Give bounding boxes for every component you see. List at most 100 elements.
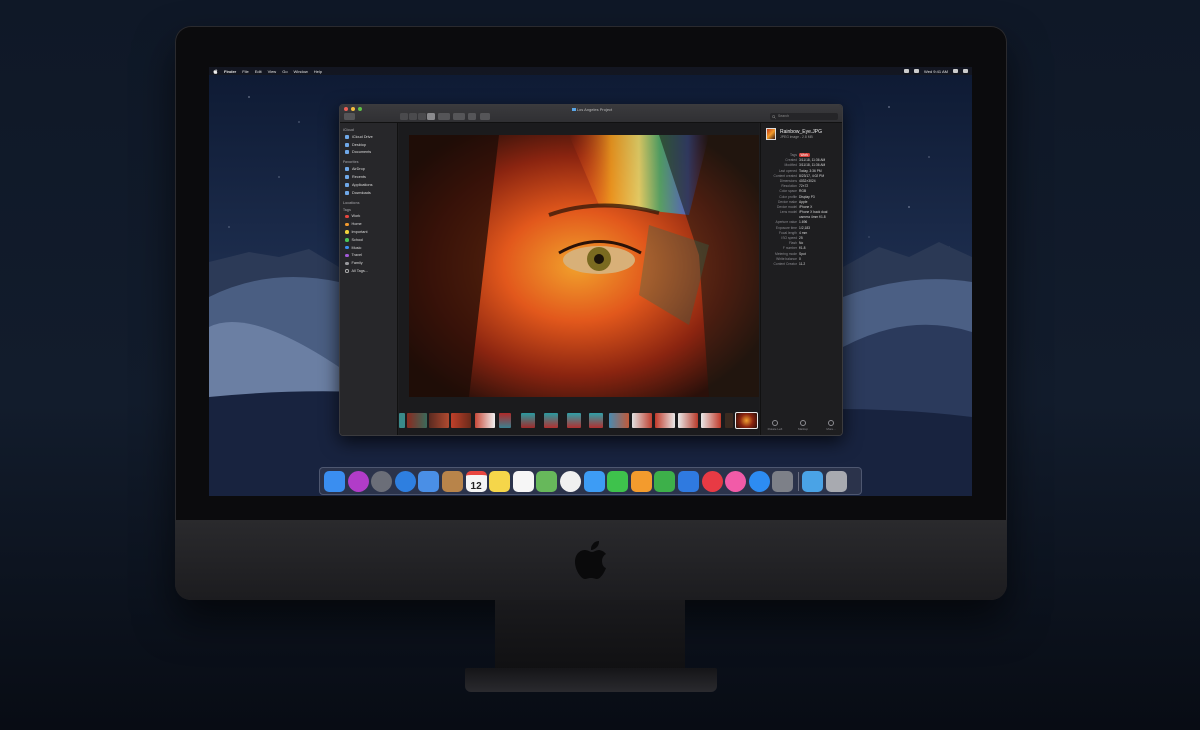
share-button[interactable] xyxy=(468,113,476,120)
menu-clock[interactable]: Wed 9:41 AM xyxy=(924,69,948,74)
desktop-icon xyxy=(345,142,349,147)
sidebar-tag-work[interactable]: Work xyxy=(340,213,397,221)
calendar-day: 12 xyxy=(470,481,482,492)
tag-pill[interactable]: Work xyxy=(799,153,810,157)
thumbnail[interactable] xyxy=(429,413,449,428)
spotlight-icon[interactable] xyxy=(953,69,958,73)
thumbnail[interactable] xyxy=(725,413,733,428)
preview-photo[interactable] xyxy=(409,135,759,397)
sidebar-tag-home[interactable]: Home xyxy=(340,220,397,228)
thumbnail[interactable] xyxy=(407,413,427,428)
trash-icon[interactable] xyxy=(825,471,847,492)
thumbnail[interactable] xyxy=(399,413,405,428)
thumbnail[interactable] xyxy=(701,413,721,428)
group-button[interactable] xyxy=(438,113,450,120)
tag-yellow-icon xyxy=(345,230,349,234)
sidebar-tag-school[interactable]: School xyxy=(340,236,397,244)
sidebar-item-label: Travel xyxy=(351,253,362,258)
view-list-button[interactable] xyxy=(409,113,417,120)
sidebar-tag-family[interactable]: Family xyxy=(340,259,397,267)
view-gallery-button[interactable] xyxy=(427,113,435,120)
sidebar-item-recents[interactable]: Recents xyxy=(340,173,397,181)
tag-orange-icon xyxy=(345,222,349,227)
sidebar-item-desktop[interactable]: Desktop xyxy=(340,141,397,149)
reminders-icon[interactable] xyxy=(512,471,534,492)
thumbnail-selected[interactable] xyxy=(735,412,758,429)
launchpad-icon[interactable] xyxy=(371,471,393,492)
contacts-icon[interactable] xyxy=(442,471,463,492)
notification-center-icon[interactable] xyxy=(963,69,968,73)
sidebar-tag-travel[interactable]: Travel xyxy=(340,252,397,260)
messages-icon[interactable] xyxy=(583,471,605,492)
menu-app-finder[interactable]: Finder xyxy=(224,69,236,74)
window-titlebar[interactable]: Los Angeles Project Search xyxy=(340,105,842,123)
numbers-icon[interactable] xyxy=(654,471,676,492)
thumbnail[interactable] xyxy=(521,413,535,428)
sidebar-item-label: AirDrop xyxy=(352,167,365,172)
menu-file[interactable]: File xyxy=(242,69,248,74)
thumbnail[interactable] xyxy=(544,413,558,428)
apple-menu-icon[interactable] xyxy=(213,68,218,74)
pages-icon[interactable] xyxy=(630,471,652,492)
sidebar-tag-music[interactable]: Music xyxy=(340,244,397,252)
sidebar-item-downloads[interactable]: Downloads xyxy=(340,189,397,197)
thumbnail[interactable] xyxy=(567,413,581,428)
photos-icon[interactable] xyxy=(560,471,581,492)
markup-button[interactable]: Markup xyxy=(790,420,816,431)
download-icon xyxy=(345,190,349,195)
airplay-icon[interactable] xyxy=(914,69,920,73)
thumbnail[interactable] xyxy=(475,413,495,428)
sidebar-item-label: School xyxy=(351,237,364,242)
facetime-icon[interactable] xyxy=(607,471,629,492)
tag-green-icon xyxy=(345,238,349,242)
imac-stand xyxy=(495,600,685,672)
view-columns-button[interactable] xyxy=(418,113,426,120)
siri-icon[interactable] xyxy=(347,471,369,492)
markup-icon xyxy=(800,420,806,426)
action-label: Rotate Left xyxy=(767,427,783,431)
sidebar-item-applications[interactable]: Applications xyxy=(340,181,397,189)
keynote-icon[interactable] xyxy=(678,471,699,492)
search-input[interactable]: Search xyxy=(770,113,838,120)
sidebar-item-label: Work xyxy=(351,214,361,219)
thumbnail[interactable] xyxy=(589,413,603,428)
tags-button[interactable] xyxy=(480,113,490,120)
back-forward-button[interactable] xyxy=(344,113,355,120)
sidebar-item-airdrop[interactable]: AirDrop xyxy=(340,165,397,173)
rotate-left-button[interactable]: Rotate Left xyxy=(762,420,788,431)
thumbnail[interactable] xyxy=(655,413,675,428)
finder-icon[interactable] xyxy=(324,471,345,492)
itunes-icon[interactable] xyxy=(725,471,747,492)
sidebar-tag-all-tags[interactable]: All Tags... xyxy=(340,267,397,275)
safari-icon[interactable] xyxy=(394,471,416,492)
dock: 12 xyxy=(319,467,862,495)
mail-icon[interactable] xyxy=(418,471,440,492)
sidebar-tag-important[interactable]: Important xyxy=(340,228,397,236)
app-store-icon[interactable] xyxy=(748,471,770,492)
news-icon[interactable] xyxy=(701,471,723,492)
notes-icon[interactable] xyxy=(489,471,511,492)
menu-edit[interactable]: Edit xyxy=(255,69,262,74)
more-button[interactable]: More... xyxy=(818,420,842,431)
action-button[interactable] xyxy=(453,113,465,120)
maps-icon[interactable] xyxy=(536,471,558,492)
menu-help[interactable]: Help xyxy=(314,69,322,74)
menu-go[interactable]: Go xyxy=(282,69,287,74)
menu-view[interactable]: View xyxy=(268,69,277,74)
menu-window[interactable]: Window xyxy=(294,69,308,74)
sidebar-item-label: Downloads xyxy=(352,190,371,195)
thumbnail[interactable] xyxy=(632,413,652,428)
sidebar-item-icloud-drive[interactable]: iCloud Drive xyxy=(340,133,397,141)
sidebar-item-documents[interactable]: Documents xyxy=(340,149,397,157)
calendar-icon[interactable]: 12 xyxy=(465,471,487,492)
thumbnail[interactable] xyxy=(678,413,698,428)
thumbnail[interactable] xyxy=(609,413,629,428)
cloud-icon xyxy=(345,134,349,139)
system-preferences-icon[interactable] xyxy=(772,471,794,492)
view-icon-button[interactable] xyxy=(400,113,408,120)
thumbnail[interactable] xyxy=(499,413,511,428)
downloads-folder-icon[interactable] xyxy=(802,471,823,492)
window-toolbar: Search xyxy=(340,113,842,122)
thumbnail[interactable] xyxy=(451,413,471,428)
wifi-icon[interactable] xyxy=(904,69,910,73)
